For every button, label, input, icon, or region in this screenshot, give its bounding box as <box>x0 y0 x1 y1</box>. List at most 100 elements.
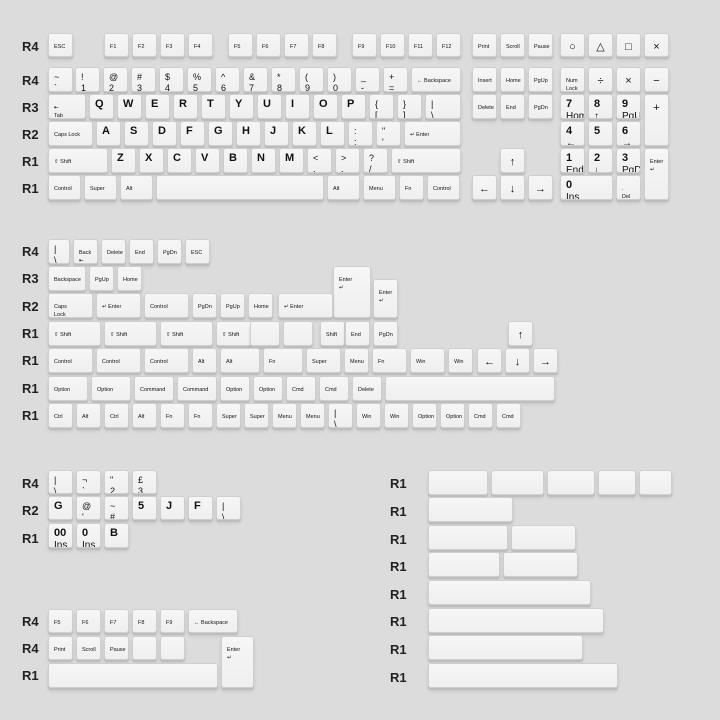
keycap-legend: Fn <box>166 414 173 420</box>
keycap-legend: Y <box>235 98 243 110</box>
keycap-legend: F5 <box>234 44 241 50</box>
keycap: N <box>251 148 276 173</box>
keycap-legend: Menu <box>350 359 364 365</box>
keycap-legend: PgUp <box>226 304 240 310</box>
keycap-legend: ¬ <box>82 475 88 485</box>
keycap-legend: @ <box>109 72 119 82</box>
keycap-legend: M <box>285 152 295 164</box>
keycap-legend: × <box>653 41 660 53</box>
keycap-legend: → <box>535 183 546 195</box>
keycap-legend: ^ <box>221 72 226 82</box>
keycap: 00 Ins <box>48 523 73 548</box>
keycap-legend: ~ <box>54 72 60 82</box>
row-profile-label: R1 <box>22 154 39 169</box>
keycap-legend: 9 <box>622 98 629 110</box>
keycap-legend: + <box>653 102 660 114</box>
keycap-legend: Cmd <box>325 387 337 393</box>
keycap-legend: | <box>54 244 57 254</box>
keycap-legend: Control <box>433 186 451 192</box>
keycap: V <box>195 148 220 173</box>
keycap: @2 <box>103 67 128 92</box>
keycap-legend: @ <box>82 501 92 511</box>
keycap: Control <box>427 175 460 200</box>
keycap-legend: Alt <box>82 414 89 420</box>
keycap: Enter ↵ <box>333 266 371 318</box>
keycap: Backspace <box>48 266 86 291</box>
keycap-legend: 5 <box>594 125 601 137</box>
keycap-legend: U <box>263 98 271 110</box>
keycap-sublegend: 5 <box>193 83 199 92</box>
keycap: C <box>167 148 192 173</box>
keycap: Alt <box>76 403 101 428</box>
keycap-sublegend: Lock <box>566 86 578 92</box>
keycap-sublegend: \ <box>222 512 225 520</box>
keycap: Caps Lock <box>48 121 93 146</box>
keycap-legend: F <box>186 125 193 137</box>
keycap: H <box>236 121 261 146</box>
keycap-legend: % <box>193 72 202 82</box>
keycap: F9 <box>160 609 185 633</box>
keycap: 1 End <box>560 148 585 173</box>
keycap: (9 <box>299 67 324 92</box>
row-profile-label: R1 <box>390 670 407 685</box>
keycap-legend: £ <box>138 475 144 485</box>
keycap: ⇧ Shift <box>160 321 213 346</box>
keycap-legend: Delete <box>478 105 494 111</box>
keycap: F5 <box>48 609 73 633</box>
keycap: | \ <box>48 470 73 494</box>
keycap: F <box>188 496 213 520</box>
keycap-legend: Control <box>54 186 72 192</box>
keycap-legend: Menu <box>278 414 292 420</box>
keycap-legend: J <box>270 125 277 137</box>
keycap-legend: ○ <box>569 41 576 53</box>
keycap-legend: F11 <box>414 44 424 50</box>
keycap-legend: O <box>319 98 328 110</box>
keycap-legend: J <box>166 500 173 512</box>
keycap: Super <box>244 403 269 428</box>
keycap-legend: F4 <box>194 44 201 50</box>
keycap-legend: PgDn <box>379 332 393 338</box>
keycap-legend: Command <box>140 387 166 393</box>
row-profile-label: R1 <box>22 531 39 546</box>
keycap-legend: Home <box>123 277 138 283</box>
keycap-legend: | <box>431 99 434 109</box>
keycap-sublegend: ] <box>403 110 406 119</box>
keycap: Cmd <box>286 376 316 401</box>
keycap: Command <box>134 376 174 401</box>
keycap <box>385 376 555 401</box>
row-profile-label: R3 <box>22 100 39 115</box>
row-profile-label: R4 <box>22 476 39 491</box>
keycap: W <box>117 94 142 119</box>
keycap-legend: Cmd <box>502 414 514 420</box>
keycap-sublegend: End <box>566 165 584 173</box>
keycap: Super <box>216 403 241 428</box>
keycap-legend: ↵ Enter <box>410 132 430 138</box>
keycap: Print <box>472 33 497 57</box>
keycap <box>511 525 576 550</box>
keycap: B <box>104 523 129 548</box>
keycap: ) 0 <box>327 67 352 92</box>
keycap-legend: 2 <box>594 152 601 164</box>
keycap-legend: Control <box>150 304 168 310</box>
keycap-legend: ! <box>81 72 84 82</box>
keycap-sublegend: ; <box>354 137 357 146</box>
row-profile-label: R2 <box>22 503 39 518</box>
keycap: ÷ <box>588 67 613 92</box>
keycap: PgDn <box>192 293 217 318</box>
keycap-sublegend: , <box>313 164 316 173</box>
keycap-legend: Menu <box>369 186 383 192</box>
keycap-legend: Alt <box>126 186 133 192</box>
keycap-legend: Print <box>54 647 66 653</box>
keycap: T <box>201 94 226 119</box>
keycap-legend: " <box>382 126 386 136</box>
keycap-legend: Shift <box>326 332 338 338</box>
row-profile-label: R1 <box>390 642 407 657</box>
keycap-legend: D <box>158 125 166 137</box>
keycap: A <box>96 121 121 146</box>
keycap-legend: Control <box>54 359 72 365</box>
keycap-legend: | <box>54 475 57 485</box>
keycap-legend: Option <box>418 414 435 420</box>
keycap <box>428 663 618 688</box>
keycap: Option <box>48 376 88 401</box>
keycap-legend: : <box>354 126 357 136</box>
